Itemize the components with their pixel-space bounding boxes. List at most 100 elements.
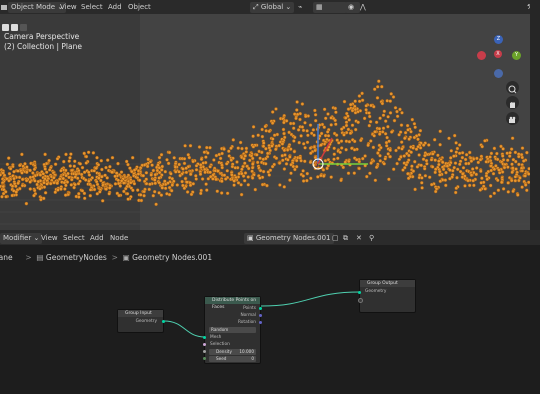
pan-hand-icon[interactable] [506, 96, 519, 109]
pivot-icon[interactable]: ⌁ [298, 2, 302, 13]
point [420, 186, 424, 190]
falloff-icon[interactable]: ⋀ [360, 2, 366, 13]
point [286, 157, 290, 162]
mode-dropdown[interactable]: Random [209, 327, 256, 333]
unlink-icon[interactable]: ✕ [356, 233, 362, 244]
point [295, 100, 299, 104]
editor-type-dropdown[interactable]: Modifier ⌄ [0, 233, 43, 244]
point [177, 162, 181, 167]
point [445, 164, 450, 168]
point [242, 156, 246, 161]
point [211, 177, 215, 181]
point [430, 165, 435, 169]
fake-user-icon[interactable]: ▢ [332, 233, 339, 244]
input-socket[interactable] [203, 343, 206, 346]
point [517, 154, 521, 159]
output-socket[interactable] [162, 320, 165, 323]
point [152, 178, 157, 182]
group-output-node[interactable]: Group Output Geometry [358, 279, 416, 313]
point [107, 186, 112, 190]
point [385, 99, 390, 103]
snap-icon: ▦ [316, 3, 323, 11]
gizmo-neg-z-axis[interactable] [494, 69, 503, 78]
point [236, 146, 240, 150]
point [322, 107, 327, 112]
point [12, 169, 16, 174]
editor-type-icon[interactable] [1, 2, 8, 13]
point [117, 193, 121, 198]
point [501, 187, 506, 191]
input-socket[interactable] [203, 350, 206, 353]
gizmo-x-axis[interactable]: X [494, 50, 502, 58]
point [251, 144, 256, 149]
point [204, 188, 209, 192]
pin-icon[interactable]: ⚲ [369, 233, 374, 244]
point [188, 172, 193, 177]
gizmo-y-axis[interactable]: Y [512, 51, 521, 60]
density-field[interactable]: Density 10.000 [209, 349, 256, 355]
input-socket[interactable] [203, 357, 206, 360]
point [104, 187, 108, 191]
seed-field[interactable]: Seed 0 [209, 356, 256, 362]
point [383, 119, 388, 123]
point [258, 156, 262, 160]
point [199, 188, 203, 193]
point [444, 170, 448, 175]
point [84, 161, 89, 165]
menu-node[interactable]: Node [110, 233, 128, 244]
empty-input-socket[interactable] [358, 298, 363, 303]
point [450, 168, 455, 173]
menu-view[interactable]: View [41, 233, 58, 244]
point [188, 183, 193, 188]
duplicate-icon[interactable]: ⧉ [343, 233, 348, 244]
point [118, 184, 123, 188]
point [202, 150, 207, 154]
menu-object[interactable]: Object [128, 2, 151, 13]
point [488, 194, 493, 199]
point [282, 148, 287, 153]
point [214, 177, 218, 182]
3d-viewport[interactable]: Camera Perspective (2) Collection | Plan… [0, 14, 530, 230]
zoom-icon[interactable] [506, 81, 519, 94]
point [139, 198, 144, 203]
node-tree-selector[interactable]: ▣ Geometry Nodes.001 [244, 233, 334, 244]
point [247, 158, 252, 163]
point [8, 166, 13, 171]
viewport-sidebar-strip[interactable] [530, 0, 540, 230]
mode-dropdown[interactable]: Object Mode ⌄ [8, 2, 67, 13]
menu-add[interactable]: Add [108, 2, 122, 13]
point [484, 159, 489, 164]
point [506, 190, 511, 194]
point [157, 176, 161, 180]
group-input-node[interactable]: Group Input Geometry [117, 309, 165, 333]
distribute-points-node[interactable]: Distribute Points on Faces Points Normal… [203, 296, 262, 364]
menu-add[interactable]: Add [90, 233, 104, 244]
input-socket[interactable] [358, 291, 361, 294]
proportional-edit-icon[interactable]: ◉ [345, 2, 360, 13]
gizmo-neg-x-axis[interactable] [477, 51, 486, 60]
menu-select[interactable]: Select [63, 233, 85, 244]
output-socket[interactable] [259, 307, 262, 310]
output-socket[interactable] [259, 321, 262, 324]
point [391, 95, 396, 99]
point [20, 171, 24, 175]
menu-view[interactable]: View [60, 2, 77, 13]
snap-dropdown[interactable]: ▦ [313, 2, 347, 13]
point [274, 156, 279, 160]
point [364, 108, 368, 112]
point [261, 157, 266, 162]
input-socket[interactable] [203, 336, 206, 339]
object-origin-gizmo[interactable] [300, 116, 380, 186]
point [381, 113, 386, 117]
gizmo-z-axis[interactable]: Z [494, 35, 503, 44]
transform-orientation-dropdown[interactable]: ⤢ Global ⌄ [250, 2, 295, 13]
point [457, 162, 462, 167]
point [452, 165, 457, 170]
menu-select[interactable]: Select [81, 2, 103, 13]
point [149, 173, 153, 177]
point [392, 118, 397, 123]
output-socket[interactable] [259, 314, 262, 317]
camera-view-icon[interactable] [506, 112, 519, 125]
point [488, 183, 493, 188]
point [32, 193, 36, 198]
